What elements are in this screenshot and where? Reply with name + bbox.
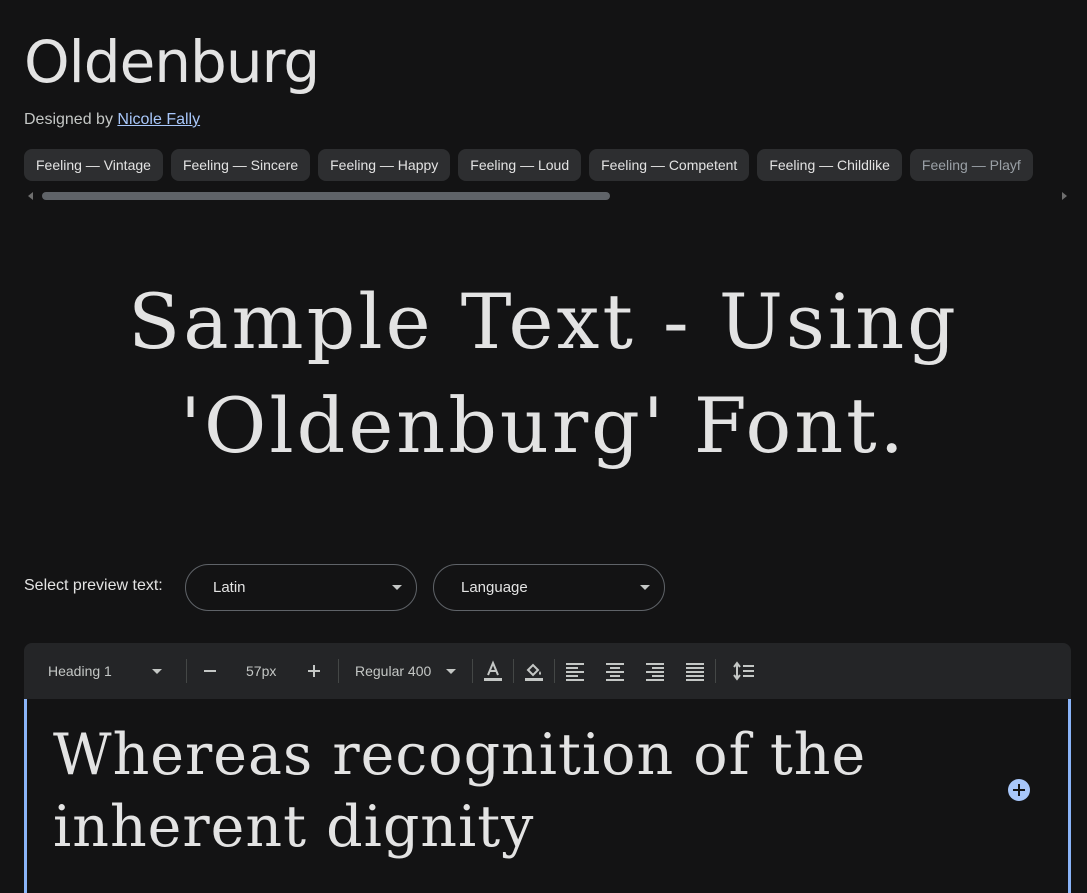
scroll-left-icon[interactable] [28,192,33,200]
style-select-value: Heading 1 [48,663,112,679]
script-select[interactable]: Latin [185,564,417,611]
style-select[interactable]: Heading 1 [48,643,178,699]
tag-chip[interactable]: Feeling — Competent [589,149,750,181]
toolbar-divider [338,659,339,683]
sample-text-line-2: 'Oldenburg' Font. [180,381,907,470]
chevron-down-icon [640,585,650,590]
chevron-down-icon [152,669,162,674]
scroll-right-icon[interactable] [1062,192,1067,200]
sample-text-line-1: Sample Text - Using [128,277,959,366]
chevron-down-icon [446,669,456,674]
tag-chip[interactable]: Feeling — Sincere [170,149,311,181]
fill-color-icon[interactable] [522,659,546,683]
preview-editor[interactable]: Whereas recognition of the inherent dign… [24,699,1071,893]
editor-toolbar: Heading 1 57px Regular 400 [24,643,1071,699]
sample-text-preview: Sample Text - Using 'Oldenburg' Font. [0,270,1087,478]
language-select[interactable]: Language [433,564,665,611]
weight-select-value: Regular 400 [355,663,432,679]
tag-list: Feeling — Vintage Feeling — Sincere Feelin… [24,149,1087,182]
plus-icon[interactable] [302,659,326,683]
toolbar-divider [513,659,514,683]
tag-chip[interactable]: Feeling — Loud [458,149,582,181]
toolbar-divider [186,659,187,683]
align-left-icon[interactable] [563,659,587,683]
font-size-value[interactable]: 57px [246,643,276,699]
scrollbar-thumb[interactable] [42,192,610,200]
align-center-icon[interactable] [603,659,627,683]
script-select-value: Latin [213,579,246,596]
chevron-down-icon [392,585,402,590]
designer-link[interactable]: Nicole Fally [117,111,200,128]
font-title: Oldenburg [24,28,320,96]
tag-chip[interactable]: Feeling — Playf [909,149,1033,181]
align-right-icon[interactable] [643,659,667,683]
align-justify-icon[interactable] [683,659,707,683]
weight-select[interactable]: Regular 400 [355,643,465,699]
line-spacing-icon[interactable] [732,659,756,683]
tags-scrollbar[interactable] [24,190,1071,202]
language-select-value: Language [461,579,528,596]
tag-chip[interactable]: Feeling — Happy [318,149,451,181]
editor-text[interactable]: Whereas recognition of the inherent dign… [53,719,953,863]
toolbar-divider [715,659,716,683]
designer-line: Designed by Nicole Fally [24,111,200,129]
toolbar-divider [472,659,473,683]
text-color-icon[interactable] [481,659,505,683]
minus-icon[interactable] [198,659,222,683]
tag-chip[interactable]: Feeling — Childlike [757,149,902,181]
preview-text-label: Select preview text: [24,577,163,594]
tag-chip[interactable]: Feeling — Vintage [24,149,163,181]
add-circle-icon[interactable] [1008,779,1030,801]
designed-by-label: Designed by [24,111,113,128]
toolbar-divider [554,659,555,683]
